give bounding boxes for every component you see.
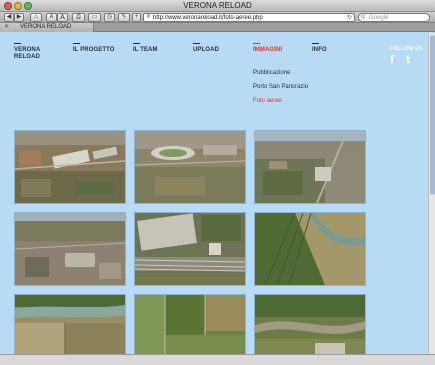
aerial-photo-image	[135, 295, 245, 354]
aerial-photo-image	[15, 295, 125, 354]
forward-button[interactable]: ▶	[14, 13, 24, 22]
add-bookmark-button[interactable]: +	[132, 13, 141, 22]
aerial-photo-image	[255, 213, 365, 285]
nav-underline	[73, 43, 80, 44]
aerial-photo-city-rail[interactable]	[254, 130, 366, 204]
home-icon: ⌂	[34, 14, 38, 20]
tab-bar: ✕ VERONA RELOAD	[0, 23, 435, 32]
web-page: VERONA RELOAD IL PROGETTO IL TEAM UPLOAD…	[0, 33, 428, 354]
bookmark-icon: ✎	[121, 14, 127, 20]
reload-icon[interactable]: ↻	[347, 14, 352, 22]
nav-upload[interactable]: UPLOAD	[193, 43, 219, 53]
aerial-photo-river-fields[interactable]	[14, 294, 126, 354]
submenu-porto-san-pancrazio[interactable]: Porto San Pancrazio	[253, 84, 308, 90]
back-button[interactable]: ◀	[4, 13, 14, 22]
twitter-icon[interactable]: t	[406, 55, 411, 66]
browser-window: VERONA RELOAD ◀ ▶ ⌂ A A ⎙ ▭ ◷ ✎ + ✕ http…	[0, 0, 435, 365]
nav-home-logo[interactable]: VERONA RELOAD	[14, 43, 40, 60]
follow-us-label: FOLLOW US	[390, 46, 423, 52]
brand-line-2: RELOAD	[14, 54, 40, 60]
aerial-photo-river-bend[interactable]	[254, 294, 366, 354]
tab-close-icon[interactable]: ✕	[4, 23, 9, 32]
aerial-photo-image	[15, 131, 125, 203]
nav-underline	[312, 43, 319, 44]
text-smaller-icon: A	[49, 14, 54, 20]
nav-info[interactable]: INFO	[312, 43, 327, 53]
aerial-photo-warehouse-rail[interactable]	[134, 212, 246, 286]
aerial-photo-image	[255, 295, 365, 354]
nav-label: IL PROGETTO	[73, 47, 115, 53]
text-bigger-button[interactable]: A	[57, 13, 68, 22]
immagini-submenu: Pubblicazione Porto San Pancrazio Foto a…	[253, 70, 308, 112]
nav-underline	[253, 43, 260, 44]
home-button[interactable]: ⌂	[30, 13, 42, 22]
nav-underline	[193, 43, 200, 44]
nav-immagini[interactable]: IMMAGINI	[253, 43, 282, 53]
history-button[interactable]: ◷	[104, 13, 115, 22]
aerial-photo-urban-dense[interactable]	[14, 212, 126, 286]
reader-button[interactable]: ▭	[88, 13, 101, 22]
title-bar: VERONA RELOAD	[0, 0, 435, 12]
aerial-photo-image	[15, 213, 125, 285]
nav-label: UPLOAD	[193, 47, 219, 53]
facebook-icon[interactable]: f	[390, 55, 394, 66]
search-icon: ⚲	[361, 15, 366, 21]
aerial-photo-stadium[interactable]	[134, 130, 246, 204]
tab-label: VERONA RELOAD	[20, 24, 72, 30]
brand-line-1: VERONA	[14, 47, 41, 53]
aerial-photo-image	[135, 131, 245, 203]
scrollbar-thumb[interactable]	[430, 35, 435, 195]
tab-verona-reload[interactable]: ✕ VERONA RELOAD	[0, 23, 94, 32]
back-icon: ◀	[6, 14, 12, 20]
plus-icon: +	[134, 14, 139, 20]
nav-label: IL TEAM	[133, 47, 158, 53]
search-field[interactable]: ⚲ Google	[358, 13, 430, 22]
aerial-photo-farmland[interactable]	[134, 294, 246, 354]
nav-label: INFO	[312, 47, 327, 53]
browser-toolbar: ◀ ▶ ⌂ A A ⎙ ▭ ◷ ✎ + ✕ http://www.veronar…	[0, 12, 435, 23]
minimize-window-button[interactable]	[14, 2, 22, 10]
print-icon: ⎙	[76, 14, 81, 20]
book-icon: ▭	[91, 14, 98, 20]
address-text: http://www.veronareload.it/foto-aeree.ph…	[153, 15, 263, 21]
forward-icon: ▶	[16, 14, 22, 20]
aerial-photo-fields-river[interactable]	[254, 212, 366, 286]
vertical-scrollbar[interactable]	[428, 33, 435, 354]
address-bar[interactable]: ✕ http://www.veronareload.it/foto-aeree.…	[143, 13, 355, 22]
aerial-photo-industrial[interactable]	[14, 130, 126, 204]
nav-il-progetto[interactable]: IL PROGETTO	[73, 43, 115, 53]
nav-underline	[133, 43, 140, 44]
close-window-button[interactable]	[4, 2, 12, 10]
aerial-photo-image	[255, 131, 365, 203]
submenu-foto-aeree[interactable]: Foto aeree	[253, 98, 308, 104]
print-button[interactable]: ⎙	[72, 13, 85, 22]
text-smaller-button[interactable]: A	[46, 13, 57, 22]
site-favicon-icon: ✕	[146, 14, 152, 20]
window-title: VERONA RELOAD	[183, 1, 252, 10]
nav-il-team[interactable]: IL TEAM	[133, 43, 158, 53]
search-placeholder: Google	[369, 15, 389, 21]
bookmarks-button[interactable]: ✎	[118, 13, 130, 22]
submenu-pubblicazione[interactable]: Pubblicazione	[253, 70, 308, 76]
status-bar	[0, 354, 435, 365]
nav-label: IMMAGINI	[253, 47, 283, 53]
nav-underline	[14, 43, 21, 44]
zoom-window-button[interactable]	[24, 2, 32, 10]
aerial-photo-image	[135, 213, 245, 285]
history-icon: ◷	[106, 14, 113, 20]
text-bigger-icon: A	[60, 14, 65, 21]
